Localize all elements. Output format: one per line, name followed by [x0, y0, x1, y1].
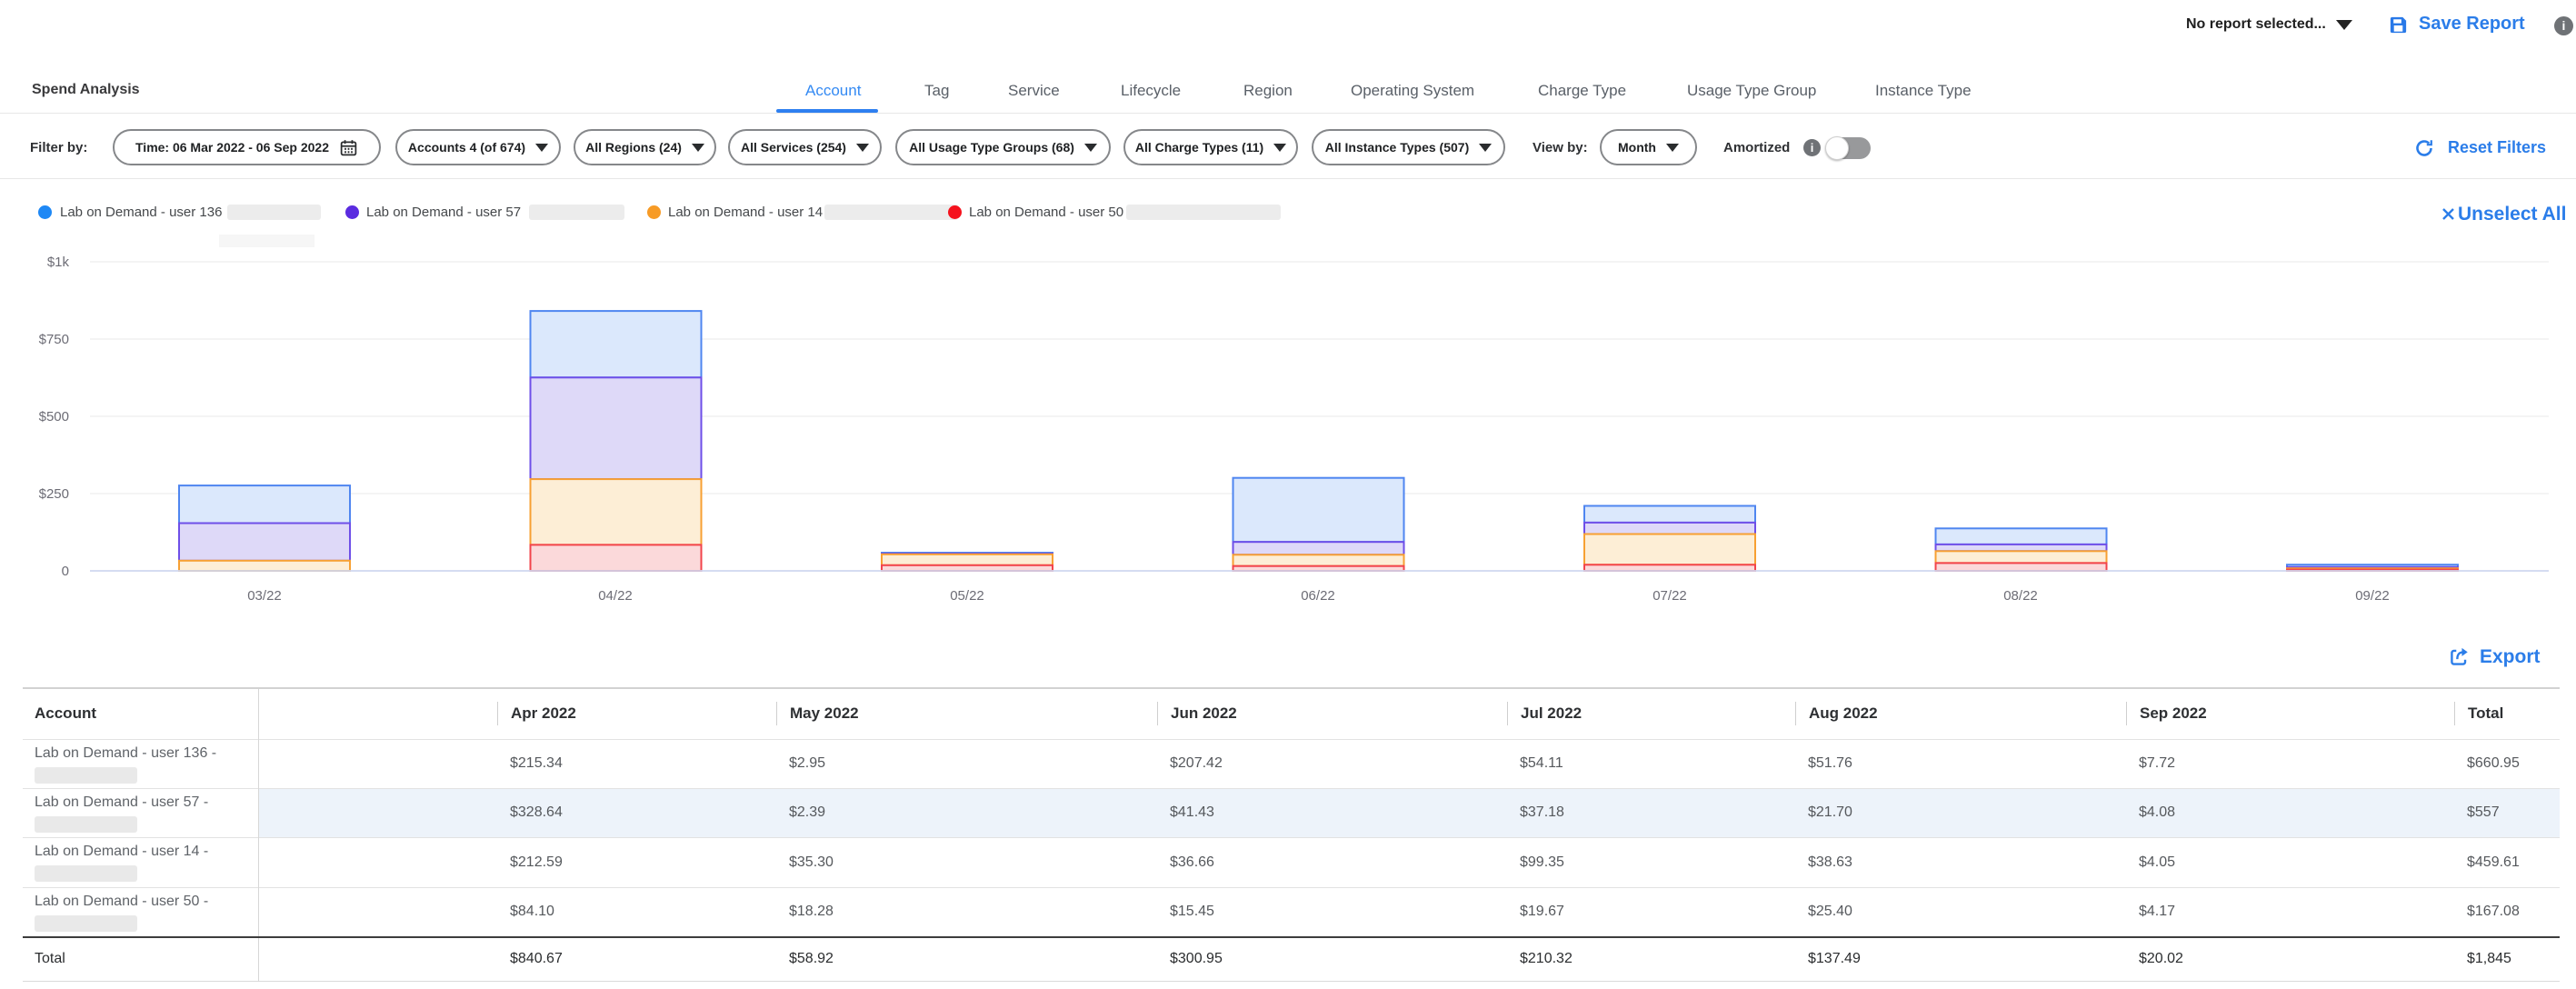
svg-text:$500: $500 — [39, 409, 69, 425]
svg-text:$250: $250 — [39, 486, 69, 502]
svg-text:09/22: 09/22 — [2355, 588, 2390, 604]
svg-text:06/22: 06/22 — [1301, 588, 1335, 604]
svg-text:03/22: 03/22 — [247, 588, 282, 604]
svg-text:0: 0 — [62, 564, 69, 579]
svg-text:$750: $750 — [39, 332, 69, 347]
svg-text:05/22: 05/22 — [950, 588, 984, 604]
svg-text:08/22: 08/22 — [2003, 588, 2038, 604]
svg-text:04/22: 04/22 — [598, 588, 633, 604]
svg-text:$1k: $1k — [47, 255, 70, 270]
svg-text:07/22: 07/22 — [1652, 588, 1687, 604]
